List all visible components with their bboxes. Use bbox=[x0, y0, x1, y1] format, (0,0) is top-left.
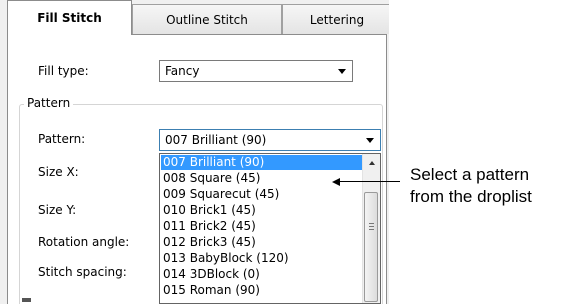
grip-icon bbox=[369, 229, 374, 230]
chevron-down-icon bbox=[366, 138, 374, 143]
list-item[interactable]: 015 Roman (90) bbox=[161, 283, 363, 298]
tab-label: Fill Stitch bbox=[37, 11, 102, 25]
chevron-down-icon bbox=[338, 69, 346, 74]
list-item[interactable]: 012 Brick3 (45) bbox=[161, 235, 363, 250]
tab-outline-stitch[interactable]: Outline Stitch bbox=[132, 4, 282, 34]
fill-type-select[interactable]: Fancy bbox=[159, 60, 353, 82]
size-x-label: Size X: bbox=[38, 165, 79, 179]
grip-icon bbox=[369, 226, 374, 227]
callout-annotation: Select a pattern from the droplist bbox=[410, 164, 564, 208]
fill-type-value: Fancy bbox=[165, 64, 200, 78]
droplist-scrollbar[interactable] bbox=[362, 154, 380, 303]
pattern-droplist[interactable]: 007 Brilliant (90) 008 Square (45) 009 S… bbox=[159, 153, 381, 304]
pattern-select[interactable]: 007 Brilliant (90) bbox=[159, 129, 381, 151]
stitch-spacing-label: Stitch spacing: bbox=[38, 265, 127, 279]
list-item[interactable]: 011 Brick2 (45) bbox=[161, 219, 363, 234]
list-item[interactable]: 014 3DBlock (0) bbox=[161, 267, 363, 282]
pattern-group-title: Pattern bbox=[24, 96, 74, 110]
tab-fill-stitch[interactable]: Fill Stitch bbox=[7, 0, 132, 35]
grip-icon bbox=[369, 223, 374, 224]
fill-type-label: Fill type: bbox=[38, 64, 89, 78]
fill-settings-dialog: Fill Stitch Outline Stitch Lettering Fil… bbox=[0, 0, 389, 304]
tab-label: Outline Stitch bbox=[166, 12, 248, 27]
scrollbar-thumb[interactable] bbox=[364, 192, 378, 302]
scroll-up-button[interactable] bbox=[363, 154, 380, 171]
rotation-angle-label: Rotation angle: bbox=[38, 235, 130, 249]
tab-lettering[interactable]: Lettering bbox=[282, 4, 389, 34]
pattern-value: 007 Brilliant (90) bbox=[165, 133, 267, 147]
list-item[interactable]: 009 Squarecut (45) bbox=[161, 187, 363, 202]
callout-line bbox=[338, 181, 400, 182]
arrow-left-icon bbox=[332, 178, 340, 186]
cut-off-label bbox=[22, 298, 31, 302]
callout-line-1: Select a pattern bbox=[410, 165, 530, 184]
size-y-label: Size Y: bbox=[38, 203, 77, 217]
tab-strip: Fill Stitch Outline Stitch Lettering bbox=[0, 0, 389, 35]
tab-label: Lettering bbox=[309, 12, 365, 27]
pattern-label: Pattern: bbox=[38, 132, 86, 146]
list-item[interactable]: 010 Brick1 (45) bbox=[161, 203, 363, 218]
list-item[interactable]: 013 BabyBlock (120) bbox=[161, 251, 363, 266]
callout-line-2: from the droplist bbox=[410, 187, 532, 206]
arrow-up-icon bbox=[368, 160, 375, 165]
list-item[interactable]: 007 Brilliant (90) bbox=[161, 155, 363, 170]
